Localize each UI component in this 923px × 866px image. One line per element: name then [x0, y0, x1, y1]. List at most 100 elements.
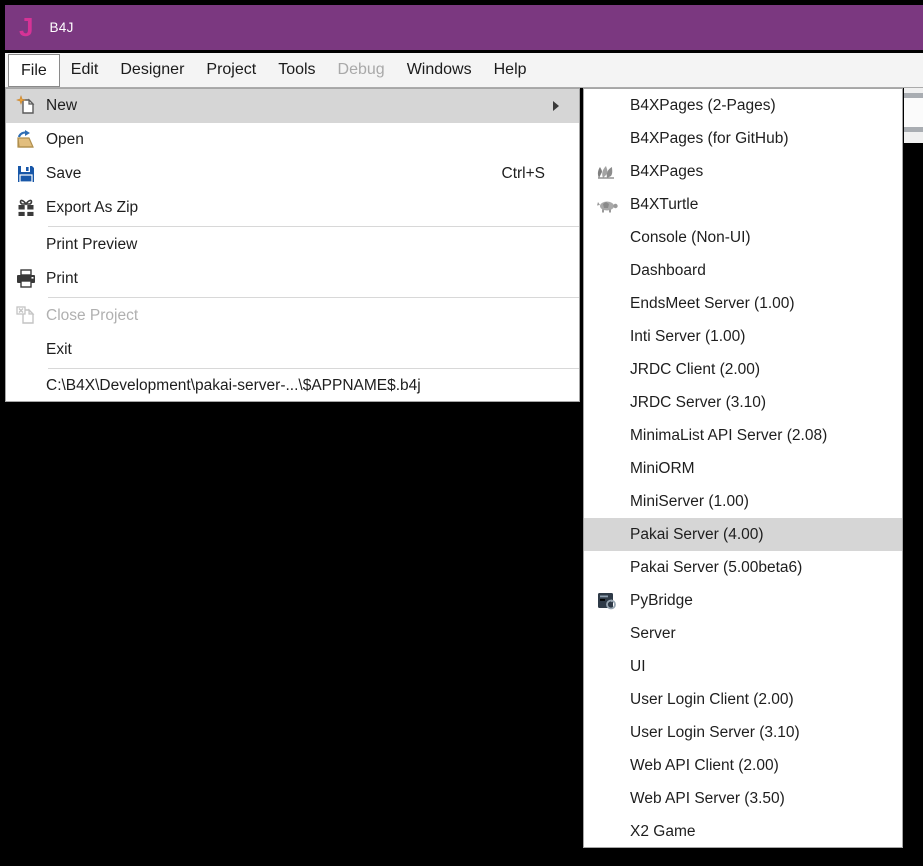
menu-item-x2-game[interactable]: X2 Game [584, 815, 902, 848]
menu-item-user-login-client[interactable]: User Login Client (2.00) [584, 683, 902, 716]
icon-spacer [584, 353, 630, 386]
icon-spacer [584, 254, 630, 287]
menu-item-label: Print Preview [46, 236, 138, 253]
new-submenu: B4XPages (2-Pages) B4XPages (for GitHub) B… [583, 88, 903, 848]
icon-spacer [584, 716, 630, 749]
print-icon [6, 262, 46, 296]
icon-spacer [584, 617, 630, 650]
menu-item-export-as-zip[interactable]: Export As Zip [6, 191, 579, 225]
menu-item-save[interactable]: Save Ctrl+S [6, 157, 579, 191]
menu-item-pybridge[interactable]: PyBridge [584, 584, 902, 617]
save-icon [6, 157, 46, 191]
menu-item-label: Console (Non-UI) [630, 228, 751, 246]
icon-spacer [584, 122, 630, 155]
menu-item-label: EndsMeet Server (1.00) [630, 294, 795, 312]
menu-item-label: Export As Zip [46, 199, 139, 216]
menu-item-inti-server[interactable]: Inti Server (1.00) [584, 320, 902, 353]
app-logo-icon: J [19, 11, 34, 42]
menu-item-label: Web API Server (3.50) [630, 789, 785, 807]
menubar-item-file[interactable]: File [8, 54, 60, 87]
menu-item-exit[interactable]: Exit [6, 333, 579, 367]
export-zip-icon [6, 191, 46, 225]
menu-item-dashboard[interactable]: Dashboard [584, 254, 902, 287]
menu-item-jrdc-client[interactable]: JRDC Client (2.00) [584, 353, 902, 386]
menu-item-label: B4XPages (for GitHub) [630, 129, 789, 147]
icon-spacer [584, 815, 630, 848]
menu-item-console-non-ui[interactable]: Console (Non-UI) [584, 221, 902, 254]
pybridge-icon [584, 584, 630, 617]
menu-item-label: Pakai Server (5.00beta6) [630, 558, 803, 576]
menu-item-label: Save [46, 165, 82, 182]
menu-item-label: User Login Server (3.10) [630, 723, 800, 741]
menu-item-b4xpages-for-github[interactable]: B4XPages (for GitHub) [584, 122, 902, 155]
menu-item-label: B4XPages [630, 162, 704, 180]
shortcut-label: Ctrl+S [501, 165, 546, 182]
menu-separator [48, 226, 579, 227]
menubar-item-windows[interactable]: Windows [396, 53, 483, 87]
icon-spacer [584, 551, 630, 584]
icon-spacer [584, 749, 630, 782]
menu-item-label: Open [46, 131, 84, 148]
menu-item-label: B4XPages (2-Pages) [630, 96, 776, 114]
menu-item-web-api-client[interactable]: Web API Client (2.00) [584, 749, 902, 782]
menu-item-label: User Login Client (2.00) [630, 690, 794, 708]
new-file-icon [6, 89, 46, 123]
menu-item-label: X2 Game [630, 822, 696, 840]
titlebar: J B4J [5, 5, 923, 50]
menu-item-jrdc-server[interactable]: JRDC Server (3.10) [584, 386, 902, 419]
menu-item-open[interactable]: Open [6, 123, 579, 157]
menu-item-label: Inti Server (1.00) [630, 327, 746, 345]
menu-item-b4xpages-2-pages[interactable]: B4XPages (2-Pages) [584, 89, 902, 122]
menu-item-b4xpages[interactable]: B4XPages [584, 155, 902, 188]
menu-item-label: Server [630, 624, 676, 642]
menubar-item-help[interactable]: Help [483, 53, 538, 87]
menu-item-ui[interactable]: UI [584, 650, 902, 683]
menu-item-label: Exit [46, 341, 72, 358]
menubar-item-edit[interactable]: Edit [60, 53, 110, 87]
menu-item-endsmeet-server[interactable]: EndsMeet Server (1.00) [584, 287, 902, 320]
menubar-item-project[interactable]: Project [195, 53, 267, 87]
menu-item-pakai-server-4[interactable]: Pakai Server (4.00) [584, 518, 902, 551]
menu-item-minimalist-api-server[interactable]: MinimaList API Server (2.08) [584, 419, 902, 452]
menu-item-user-login-server[interactable]: User Login Server (3.10) [584, 716, 902, 749]
menu-item-label: Pakai Server (4.00) [630, 525, 764, 543]
menubar-item-tools[interactable]: Tools [267, 53, 326, 87]
menubar-item-designer[interactable]: Designer [109, 53, 195, 87]
menu-item-label: C:\B4X\Development\pakai-server-...\$APP… [46, 376, 421, 394]
b4xturtle-icon [584, 188, 630, 221]
menu-item-print[interactable]: Print [6, 262, 579, 296]
menu-item-new[interactable]: New [6, 89, 579, 123]
menu-item-label: PyBridge [630, 591, 693, 609]
menu-item-b4xturtle[interactable]: B4XTurtle [584, 188, 902, 221]
menu-item-miniserver[interactable]: MiniServer (1.00) [584, 485, 902, 518]
menu-item-label: Close Project [46, 307, 139, 324]
icon-spacer [584, 419, 630, 452]
menu-item-pakai-server-5-beta[interactable]: Pakai Server (5.00beta6) [584, 551, 902, 584]
menu-item-server[interactable]: Server [584, 617, 902, 650]
menu-item-label: New [46, 97, 78, 114]
submenu-arrow-icon [553, 101, 579, 111]
file-menu: New Open Save Ctrl+S Export As Zip Print Prev… [5, 88, 580, 402]
menubar-item-debug: Debug [337, 61, 385, 78]
menu-item-recent-file[interactable]: C:\B4X\Development\pakai-server-...\$APP… [6, 370, 579, 401]
window-title: B4J [49, 20, 74, 35]
menu-item-close-project: Close Project [6, 299, 579, 333]
background-window-fragment [904, 132, 923, 143]
screen: J B4J File Edit Designer Project Tools Debug W… [0, 0, 923, 866]
b4xpages-icon [584, 155, 630, 188]
icon-spacer [584, 89, 630, 122]
menu-item-label: UI [630, 657, 646, 675]
menu-item-label: Web API Client (2.00) [630, 756, 779, 774]
menu-item-miniorm[interactable]: MiniORM [584, 452, 902, 485]
menu-item-label: MiniORM [630, 459, 695, 477]
menu-item-web-api-server[interactable]: Web API Server (3.50) [584, 782, 902, 815]
icon-spacer [584, 386, 630, 419]
icon-spacer [584, 518, 630, 551]
menu-item-label: JRDC Client (2.00) [630, 360, 761, 378]
icon-spacer [6, 333, 46, 367]
menu-item-label: JRDC Server (3.10) [630, 393, 767, 411]
icon-spacer [584, 320, 630, 353]
close-project-icon [6, 299, 46, 333]
menu-separator [48, 297, 579, 298]
menu-item-print-preview[interactable]: Print Preview [6, 228, 579, 262]
